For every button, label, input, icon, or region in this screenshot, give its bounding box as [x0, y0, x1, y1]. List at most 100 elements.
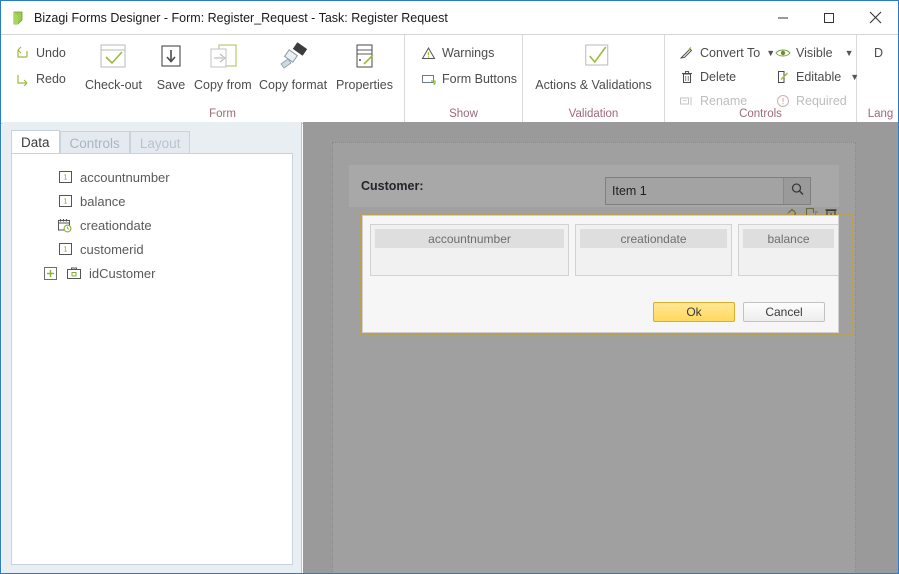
ribbon-group-language: D Lang: [857, 35, 898, 123]
convert-to-icon: [678, 45, 695, 62]
delete-button[interactable]: Delete: [675, 66, 739, 88]
customer-search-control[interactable]: [605, 177, 811, 205]
minimize-button[interactable]: [760, 1, 806, 34]
save-button[interactable]: Save: [156, 39, 186, 92]
ribbon-group-validation-title: Validation: [568, 108, 619, 120]
tree-item-balance[interactable]: 1 balance: [12, 189, 292, 213]
warning-triangle-icon: [420, 45, 437, 62]
svg-text:1: 1: [63, 198, 67, 206]
form-container: Customer:: [332, 142, 856, 573]
copy-format-button[interactable]: Copy format: [259, 39, 327, 92]
customer-field-label: Customer:: [361, 179, 424, 193]
tree-item-accountnumber[interactable]: 1 accountnumber: [12, 165, 292, 189]
check-out-icon: [97, 39, 129, 75]
bizagi-logo-icon: [10, 10, 26, 26]
data-tree-list: 1 accountnumber 1 balance creationdate 1…: [12, 165, 292, 285]
form-buttons-button[interactable]: Form Buttons: [417, 68, 520, 90]
tree-item-label: customerid: [80, 241, 144, 257]
tree-item-creationdate[interactable]: creationdate: [12, 213, 292, 237]
column-header: accountnumber: [375, 229, 564, 248]
convert-to-label: Convert To: [700, 46, 761, 60]
undo-label: Undo: [36, 46, 66, 60]
customer-search-button[interactable]: [783, 178, 810, 204]
required-label: Required: [796, 94, 847, 108]
window-controls: [760, 1, 898, 34]
tree-item-idcustomer[interactable]: idCustomer: [12, 261, 292, 285]
magnifier-icon: [790, 182, 805, 200]
ribbon-group-show-title: Show: [449, 108, 478, 120]
close-button[interactable]: [852, 1, 898, 34]
cancel-button[interactable]: Cancel: [743, 302, 825, 322]
tab-layout-label: Layout: [139, 135, 181, 151]
form-canvas: Customer: Item 1 accountnumber creationd…: [303, 122, 898, 573]
left-sidebar-panel: Data Controls Layout 1 accountnumber 1 b…: [2, 122, 302, 573]
column-balance[interactable]: balance: [738, 224, 839, 276]
ribbon-group-show: Warnings Form Buttons Show: [405, 35, 523, 123]
tab-controls-label: Controls: [69, 135, 120, 151]
undo-icon: [14, 45, 31, 62]
ok-button-label: Ok: [686, 305, 702, 319]
copy-from-button[interactable]: Copy from: [194, 39, 252, 92]
ok-button[interactable]: Ok: [653, 302, 735, 322]
save-icon: [156, 39, 186, 75]
ribbon-group-controls-title: Controls: [739, 108, 782, 120]
visible-button[interactable]: Visible ▼: [771, 42, 857, 64]
dialog-buttons: Ok Cancel: [653, 302, 825, 322]
chevron-down-icon[interactable]: ▼: [845, 48, 854, 58]
number-field-icon: 1: [57, 193, 73, 209]
title-bar: Bizagi Forms Designer - Form: Register_R…: [1, 1, 898, 34]
properties-icon: [349, 39, 379, 75]
form-buttons-icon: [420, 71, 437, 88]
check-out-button[interactable]: Check-out: [85, 39, 142, 92]
actions-validations-button[interactable]: Actions & Validations: [535, 39, 652, 92]
tree-item-label: accountnumber: [80, 169, 170, 185]
warnings-button[interactable]: Warnings: [417, 42, 497, 64]
redo-label: Redo: [36, 72, 66, 86]
svg-text:1: 1: [63, 246, 67, 254]
application-window: Bizagi Forms Designer - Form: Register_R…: [0, 0, 899, 574]
delete-label: Delete: [700, 70, 737, 84]
window-title: Bizagi Forms Designer - Form: Register_R…: [34, 10, 448, 25]
column-creationdate[interactable]: creationdate: [575, 224, 732, 276]
visible-label: Visible: [796, 46, 833, 60]
ribbon-group-validation: Actions & Validations Validation: [523, 35, 665, 123]
tab-data-label: Data: [21, 135, 50, 150]
copy-format-icon: [275, 39, 311, 75]
plus-expander-icon[interactable]: [44, 266, 57, 280]
properties-label: Properties: [336, 78, 393, 92]
required-icon: [774, 93, 791, 110]
convert-to-button[interactable]: Convert To ▼: [675, 42, 778, 64]
language-button[interactable]: D: [871, 42, 886, 64]
undo-button[interactable]: Undo: [11, 42, 69, 64]
tab-controls[interactable]: Controls: [59, 131, 130, 154]
tab-data[interactable]: Data: [11, 130, 60, 154]
tree-item-customerid[interactable]: 1 customerid: [12, 237, 292, 261]
redo-button[interactable]: Redo: [11, 68, 69, 90]
tab-layout[interactable]: Layout: [129, 131, 191, 154]
save-label: Save: [156, 78, 186, 92]
actions-validations-label: Actions & Validations: [535, 78, 652, 92]
ribbon-toolbar: Undo Redo Check-out Save Copy from Copy …: [1, 34, 898, 124]
delete-trash-icon: [678, 69, 695, 86]
maximize-button[interactable]: [806, 1, 852, 34]
tree-item-label: idCustomer: [89, 265, 156, 281]
svg-text:1: 1: [63, 174, 67, 182]
editable-pencil-icon: [774, 69, 791, 86]
rename-icon: [678, 93, 695, 110]
customer-search-input[interactable]: [606, 178, 783, 204]
rename-label: Rename: [700, 94, 748, 108]
column-accountnumber[interactable]: accountnumber: [370, 224, 569, 276]
check-out-label: Check-out: [85, 78, 142, 92]
properties-button[interactable]: Properties: [336, 39, 393, 92]
tree-item-label: balance: [80, 193, 126, 209]
ribbon-group-form: Undo Redo Check-out Save Copy from Copy …: [1, 35, 405, 123]
redo-icon: [14, 71, 31, 88]
column-header: balance: [743, 229, 834, 248]
tree-item-label: creationdate: [80, 217, 152, 233]
editable-button[interactable]: Editable ▼: [771, 66, 862, 88]
ribbon-group-language-title: Lang: [867, 108, 894, 120]
entity-field-icon: [66, 265, 82, 281]
dialog-columns: accountnumber creationdate balance: [370, 224, 839, 276]
actions-validations-icon: [578, 39, 610, 75]
cancel-button-label: Cancel: [765, 305, 803, 319]
